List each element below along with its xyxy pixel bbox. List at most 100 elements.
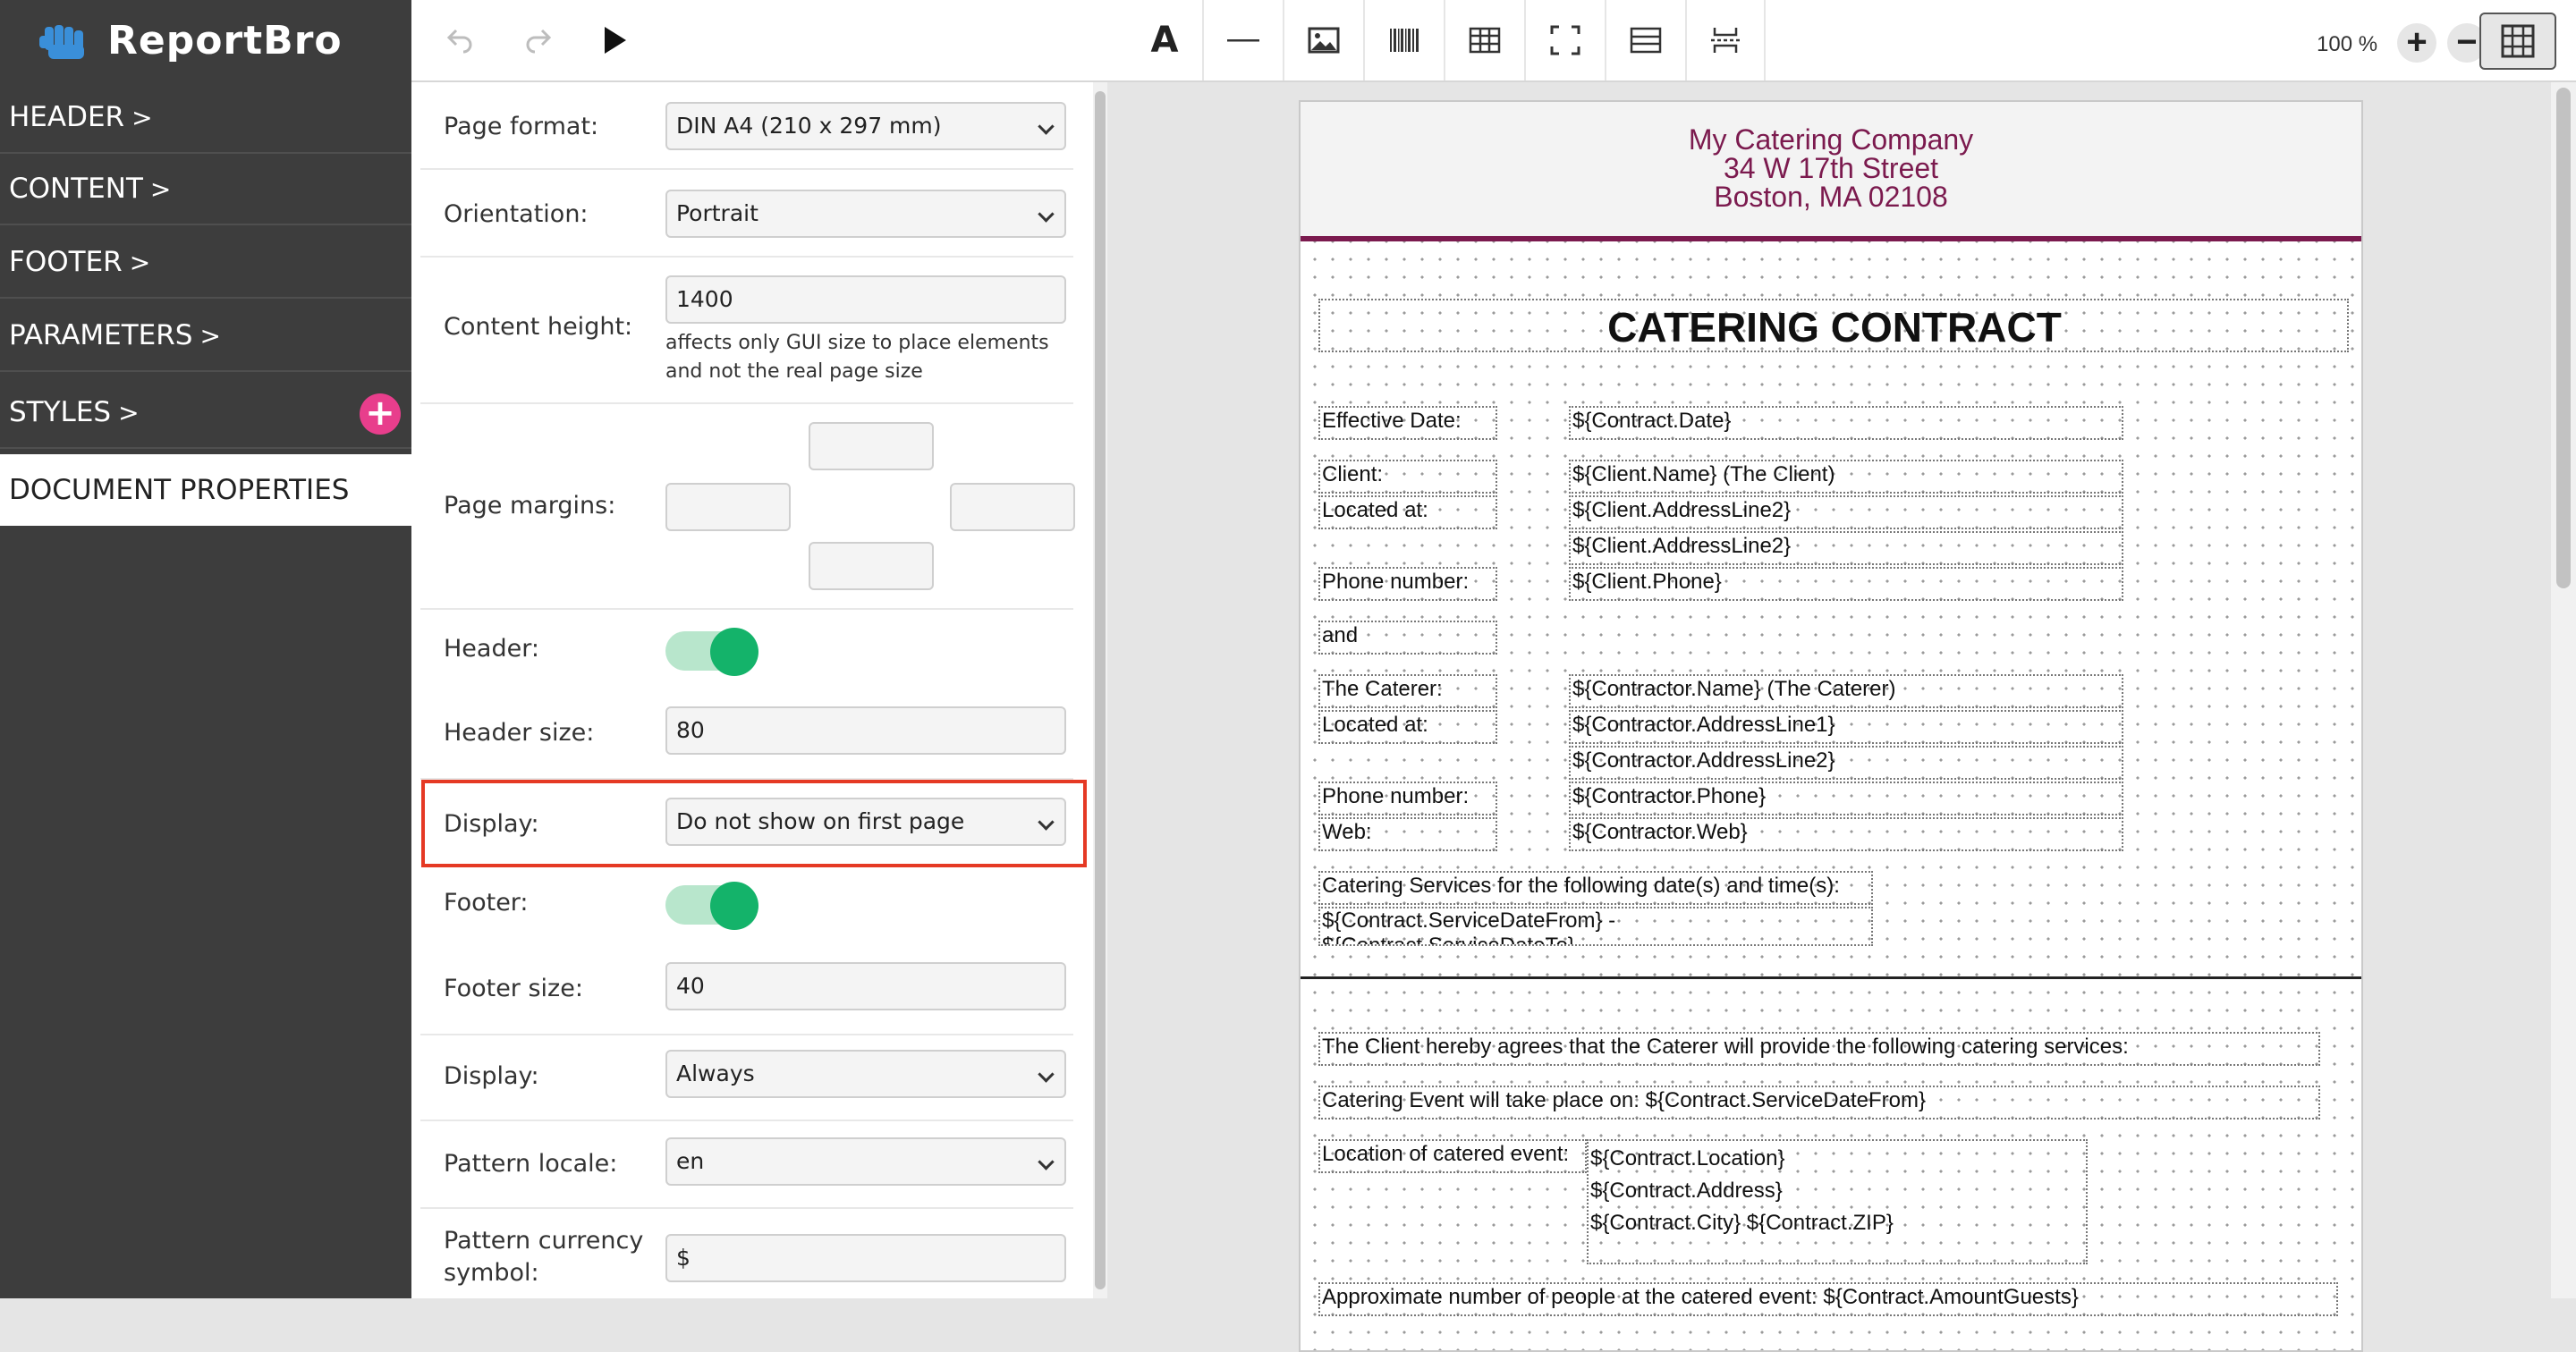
header-size-label: Header size: [444, 719, 595, 747]
content-height-hint: affects only GUI size to place elements … [665, 332, 1049, 383]
caterer-located-label[interactable]: Located at: [1318, 710, 1497, 744]
client-located-label[interactable]: Located at: [1318, 495, 1497, 529]
orientation-select[interactable]: Portrait [665, 190, 1066, 238]
canvas-scrollbar[interactable] [2551, 82, 2576, 1298]
margin-left-input[interactable] [665, 483, 791, 531]
orientation-label: Orientation: [444, 200, 589, 228]
highlight-box [421, 780, 1087, 867]
toggle-grid-button[interactable] [2479, 13, 2556, 70]
sidebar-item-label: FOOTER [9, 246, 123, 278]
chevron-right-icon: > [199, 320, 221, 351]
play-icon [605, 27, 626, 54]
sidebar: ReportBro HEADER > CONTENT > FOOTER > PA… [0, 0, 411, 1298]
scrollbar-thumb[interactable] [1095, 91, 1106, 1289]
header-toggle[interactable] [665, 628, 758, 676]
section-tool-button[interactable] [1605, 0, 1685, 80]
sidebar-item-document-properties[interactable]: DOCUMENT PROPERTIES [0, 454, 411, 526]
sidebar-item-footer[interactable]: FOOTER > [0, 227, 411, 299]
zoom-in-button[interactable]: + [2397, 23, 2436, 63]
client-address-field[interactable]: ${Client.AddressLine2} [1569, 531, 2123, 565]
contractor-address-field[interactable]: ${Contractor.AddressLine2} [1569, 746, 2123, 780]
caterer-web-label[interactable]: Web: [1318, 817, 1497, 851]
footer-display-row: Display: Always [420, 1035, 1073, 1121]
contractor-phone-field[interactable]: ${Contractor.Phone} [1569, 782, 2123, 815]
margin-bottom-input[interactable] [809, 542, 934, 590]
contract-date-field[interactable]: ${Contract.Date} [1569, 406, 2123, 440]
service-dates-field[interactable]: ${Contract.ServiceDateFrom} - ${Contract… [1318, 907, 1873, 946]
pattern-locale-select[interactable]: en [665, 1137, 1066, 1186]
location-line: ${Contract.Address} [1590, 1179, 1783, 1203]
panel-scrollbar[interactable] [1093, 82, 1107, 1298]
footer-toggle[interactable] [665, 882, 758, 930]
contractor-web-field[interactable]: ${Contractor.Web} [1569, 817, 2123, 851]
client-address-field[interactable]: ${Client.AddressLine2} [1569, 495, 2123, 529]
footer-size-input[interactable]: 40 [665, 962, 1066, 1010]
table-tool-button[interactable] [1444, 0, 1524, 80]
document-canvas[interactable]: My Catering Company 34 W 17th Street Bos… [1299, 100, 2363, 1352]
effective-date-label[interactable]: Effective Date: [1318, 406, 1497, 440]
image-tool-button[interactable] [1283, 0, 1363, 80]
margin-top-input[interactable] [809, 422, 934, 470]
document-header-band[interactable]: My Catering Company 34 W 17th Street Bos… [1301, 102, 2361, 241]
pattern-locale-label: Pattern locale: [444, 1150, 618, 1178]
header-label: Header: [444, 635, 539, 663]
pattern-currency-input[interactable]: $ [665, 1234, 1066, 1282]
and-label[interactable]: and [1318, 621, 1497, 655]
caterer-label[interactable]: The Caterer: [1318, 674, 1497, 708]
grid-icon [2501, 24, 2535, 58]
text-tool-button[interactable]: A [1127, 0, 1202, 80]
sidebar-item-label: CONTENT [9, 173, 143, 205]
page-format-row: Page format: DIN A4 (210 x 297 mm) [420, 82, 1073, 170]
barcode-tool-button[interactable] [1363, 0, 1444, 80]
location-block[interactable]: ${Contract.Location} ${Contract.Address}… [1587, 1139, 2088, 1264]
contractor-address-field[interactable]: ${Contractor.AddressLine1} [1569, 710, 2123, 744]
services-heading[interactable]: Catering Services for the following date… [1318, 871, 1873, 905]
preview-button[interactable] [583, 0, 646, 80]
chevron-right-icon: > [129, 247, 151, 277]
content-height-label: Content height: [444, 313, 633, 341]
redo-button[interactable] [506, 0, 569, 80]
client-label[interactable]: Client: [1318, 460, 1497, 494]
content-height-input[interactable]: 1400 [665, 275, 1066, 324]
page-format-label: Page format: [444, 113, 599, 140]
footer-label: Footer: [444, 889, 529, 917]
sidebar-item-label: STYLES [9, 396, 112, 428]
caterer-phone-label[interactable]: Phone number: [1318, 782, 1497, 815]
sidebar-item-styles[interactable]: STYLES > + [0, 377, 411, 449]
line-tool-button[interactable] [1202, 0, 1283, 80]
header-size-input[interactable]: 80 [665, 706, 1066, 755]
image-icon [1308, 27, 1340, 54]
frame-tool-button[interactable] [1524, 0, 1605, 80]
page-format-select[interactable]: DIN A4 (210 x 297 mm) [665, 102, 1066, 150]
sidebar-item-header[interactable]: HEADER > [0, 82, 411, 154]
sidebar-item-label: PARAMETERS [9, 319, 193, 351]
page-break-icon [1711, 28, 1740, 53]
page-break-tool-button[interactable] [1685, 0, 1766, 80]
pattern-currency-row: Pattern currency symbol: $ [420, 1209, 1073, 1298]
footer-display-select[interactable]: Always [665, 1050, 1066, 1098]
company-city[interactable]: Boston, MA 02108 [1301, 182, 2361, 211]
company-name[interactable]: My Catering Company [1301, 125, 2361, 154]
location-label[interactable]: Location of catered event: [1318, 1139, 1587, 1173]
footer-display-label: Display: [444, 1062, 539, 1090]
sidebar-item-content[interactable]: CONTENT > [0, 154, 411, 225]
client-phone-label[interactable]: Phone number: [1318, 567, 1497, 601]
section-icon [1630, 27, 1662, 54]
client-phone-field[interactable]: ${Client.Phone} [1569, 567, 2123, 601]
undo-button[interactable] [429, 0, 492, 80]
zoom-level: 100 % [2317, 32, 2378, 56]
sidebar-item-parameters[interactable]: PARAMETERS > [0, 300, 411, 372]
company-street[interactable]: 34 W 17th Street [1301, 154, 2361, 182]
contract-title[interactable]: CATERING CONTRACT [1318, 299, 2349, 352]
event-date-text[interactable]: Catering Event will take place on: ${Con… [1318, 1086, 2320, 1120]
add-style-button[interactable]: + [360, 393, 401, 435]
sidebar-item-label: HEADER [9, 101, 125, 133]
page-margins-row: Page margins: [420, 404, 1075, 610]
client-name-field[interactable]: ${Client.Name} (The Client) [1569, 460, 2123, 494]
agreement-text[interactable]: The Client hereby agrees that the Catere… [1318, 1032, 2320, 1066]
margin-right-input[interactable] [950, 483, 1075, 531]
scrollbar-thumb[interactable] [2556, 88, 2571, 588]
guests-text[interactable]: Approximate number of people at the cate… [1318, 1282, 2338, 1316]
footer-size-row: Footer size: 40 [420, 950, 1073, 1035]
contractor-name-field[interactable]: ${Contractor.Name} (The Caterer) [1569, 674, 2123, 708]
